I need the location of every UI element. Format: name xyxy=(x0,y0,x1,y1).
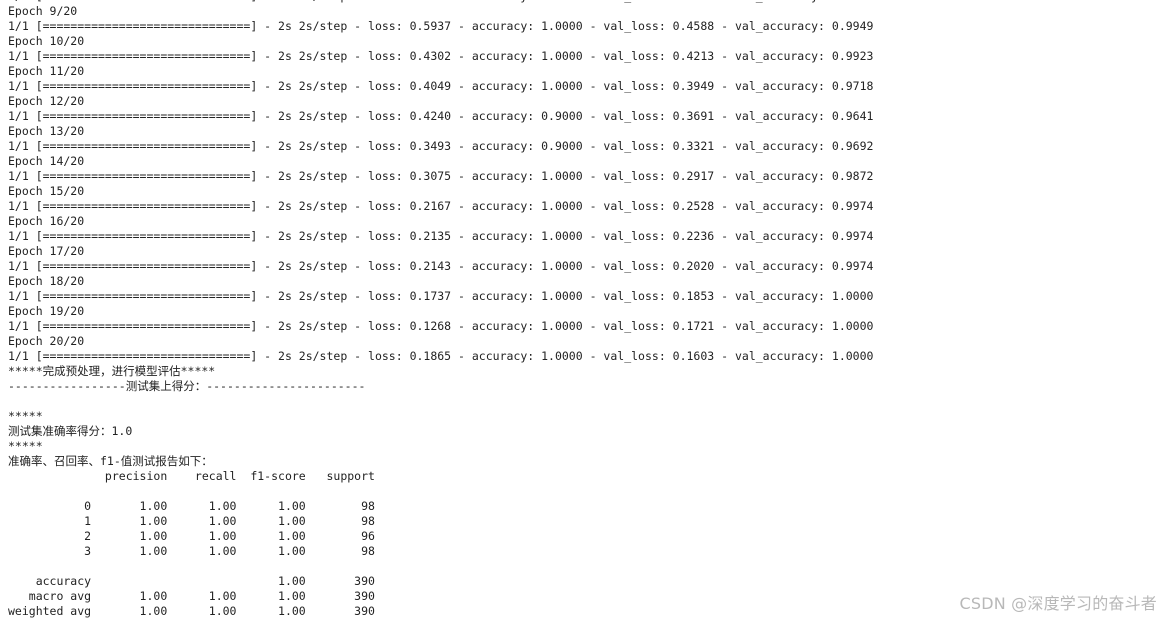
terminal-line: 1 1.00 1.00 1.00 98 xyxy=(8,514,375,528)
terminal-line: 1/1 [==============================] - 2… xyxy=(8,349,874,363)
terminal-line: Epoch 20/20 xyxy=(8,334,85,348)
terminal-line: Epoch 14/20 xyxy=(8,154,85,168)
terminal-line: -----------------测试集上得分：----------------… xyxy=(8,379,366,393)
terminal-output: 1/1 [==============================] - 2… xyxy=(8,0,1158,629)
terminal-line: Epoch 19/20 xyxy=(8,304,85,318)
terminal-line: accuracy 1.00 390 xyxy=(8,574,375,588)
terminal-line: Epoch 15/20 xyxy=(8,184,85,198)
terminal-line: 1/1 [==============================] - 2… xyxy=(8,19,874,33)
terminal-line: 1/1 [==============================] - 2… xyxy=(8,139,874,153)
terminal-line: 1/1 [==============================] - 2… xyxy=(8,199,874,213)
terminal-line: *****完成预处理，进行模型评估***** xyxy=(8,364,216,378)
terminal-line: 1/1 [==============================] - 2… xyxy=(8,169,874,183)
terminal-line: precision recall f1-score support xyxy=(8,469,375,483)
terminal-line: 1/1 [==============================] - 2… xyxy=(8,289,874,303)
terminal-line: 1/1 [==============================] - 2… xyxy=(8,259,874,273)
terminal-line: Epoch 18/20 xyxy=(8,274,85,288)
terminal-line: Epoch 12/20 xyxy=(8,94,85,108)
terminal-line: 1/1 [==============================] - 2… xyxy=(8,79,874,93)
terminal-line: ***** xyxy=(8,409,43,423)
terminal-line: Epoch 16/20 xyxy=(8,214,85,228)
terminal-line: 1/1 [==============================] - 2… xyxy=(8,109,874,123)
terminal-line: 1/1 [==============================] - 2… xyxy=(8,229,874,243)
terminal-line: 测试集准确率得分：1.0 xyxy=(8,424,133,438)
terminal-line: ***** xyxy=(8,439,43,453)
terminal-line: Epoch 17/20 xyxy=(8,244,85,258)
terminal-line: 0 1.00 1.00 1.00 98 xyxy=(8,499,375,513)
terminal-line: 准确率、召回率、f1-值测试报告如下： xyxy=(8,454,213,468)
terminal-line: Epoch 13/20 xyxy=(8,124,85,138)
terminal-line: Epoch 10/20 xyxy=(8,34,85,48)
terminal-line: Epoch 11/20 xyxy=(8,64,85,78)
terminal-line: 1/1 [==============================] - 2… xyxy=(8,319,874,333)
csdn-watermark: CSDN @深度学习的奋斗者 xyxy=(959,594,1157,613)
terminal-line: 3 1.00 1.00 1.00 98 xyxy=(8,544,375,558)
terminal-line: 1/1 [==============================] - 2… xyxy=(8,49,874,63)
terminal-line: 2 1.00 1.00 1.00 96 xyxy=(8,529,375,543)
terminal-line: Epoch 9/20 xyxy=(8,4,78,18)
